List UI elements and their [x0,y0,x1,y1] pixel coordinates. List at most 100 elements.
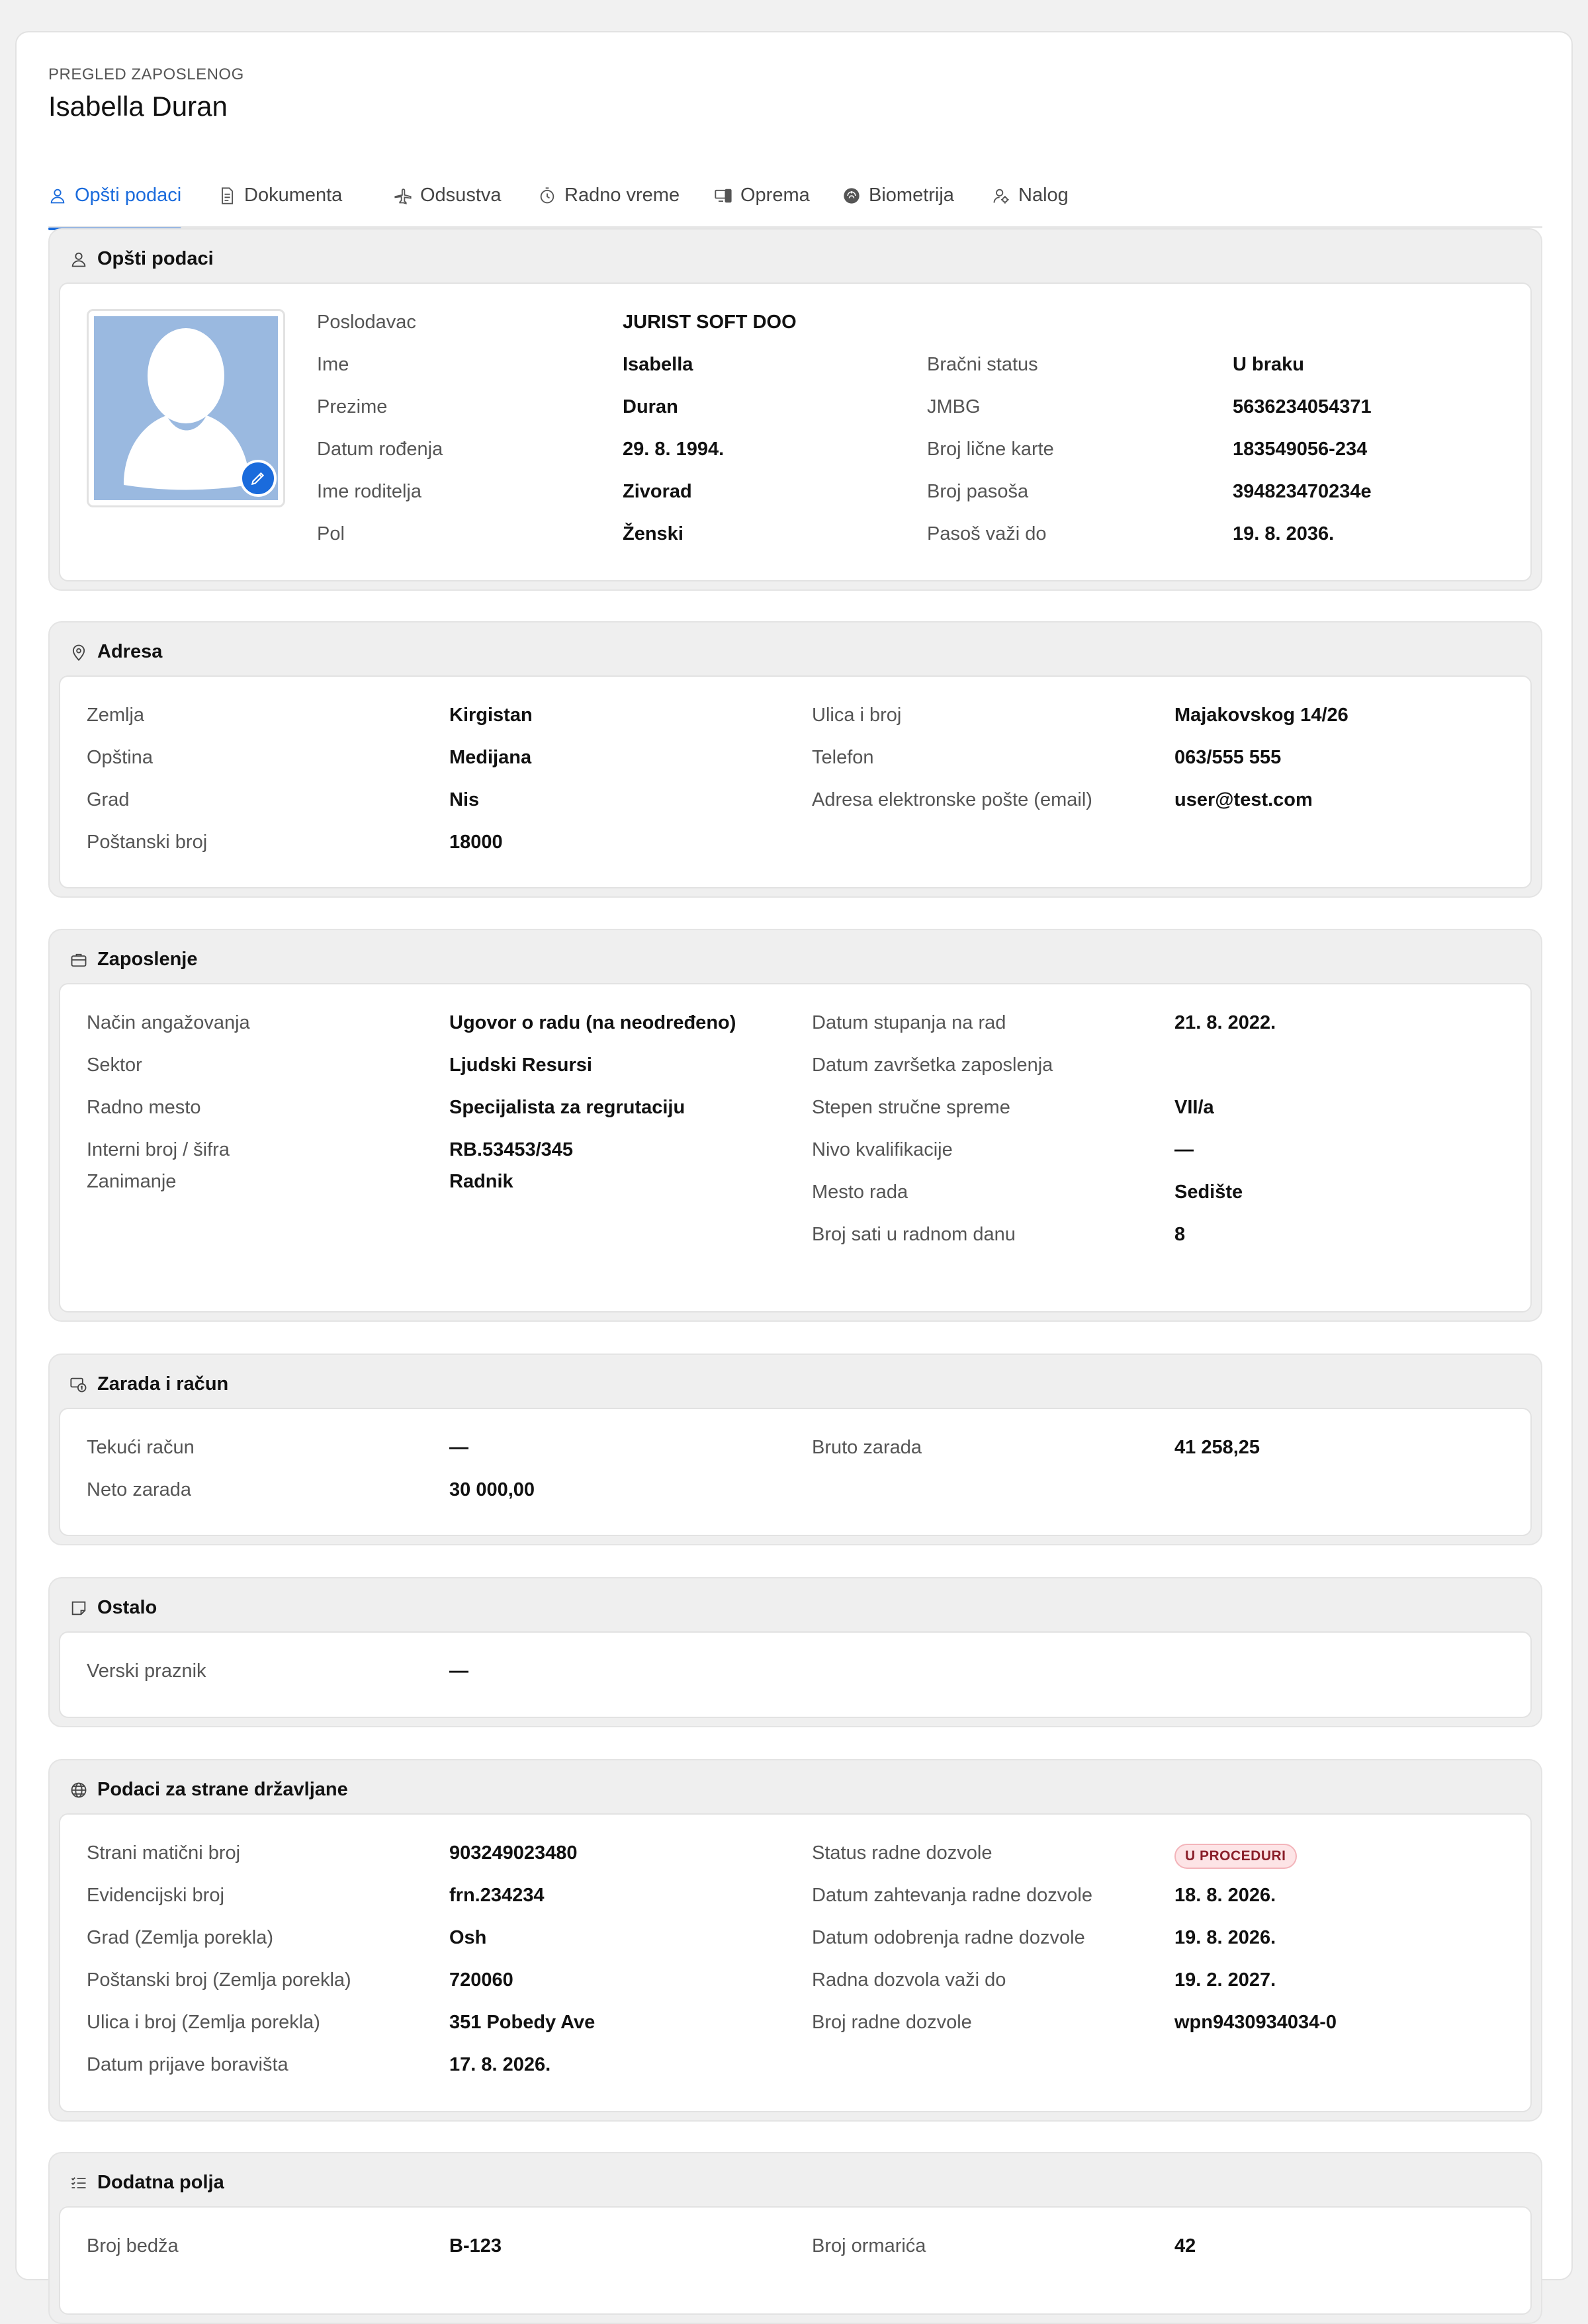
tab-documents[interactable]: Dokumenta [218,185,342,228]
field-value: Zivorad [623,481,692,502]
section-title: Adresa [97,641,163,662]
tab-biometrics[interactable]: Biometrija [842,185,954,228]
field-label: Datum prijave boravišta [87,2054,288,2075]
devices-icon [715,189,732,203]
field-label: Pasoš važi do [927,523,1047,544]
field-label: Način angažovanja [87,1012,250,1033]
field-label: Pol [317,523,345,544]
user-gear-icon [993,189,1009,204]
tab-working-hours[interactable]: Radno vreme [538,185,680,228]
tab-label: Nalog [1018,185,1069,206]
field-label: Broj lične karte [927,439,1054,460]
field-label: Grad (Zemlja porekla) [87,1927,274,1948]
field-value: Nis [449,789,480,810]
field-label: Opština [87,747,153,768]
field-label: Verski praznik [87,1660,206,1682]
field-label: Datum rođenja [317,439,443,460]
field-value: — [449,1437,468,1458]
field-label: Evidencijski broj [87,1885,224,1906]
tab-bar: Opšti podaci Dokumenta Odsustva Radno vr… [48,151,1542,230]
field-label: Prezime [317,396,388,417]
field-label: Ulica i broj [812,705,902,726]
field-label: Bračni status [927,354,1038,375]
section-title: Ostalo [97,1597,157,1618]
user-icon [71,252,86,267]
field-label: Stepen stručne spreme [812,1097,1010,1118]
field-value: Specijalista za regrutaciju [449,1097,685,1118]
field-label: Broj bedža [87,2235,179,2257]
tab-account[interactable]: Nalog [992,185,1069,228]
money-icon [70,1377,87,1392]
section-address: Adresa Zemlja Kirgistan Opština Medijana… [48,621,1542,898]
field-value: RB.53453/345 [449,1139,574,1160]
field-value: 394823470234e [1233,481,1372,502]
field-label: Ime [317,354,349,375]
section-header: Zarada i račun [69,1373,228,1395]
field-value: VII/a [1174,1097,1214,1118]
section-salary: Zarada i račun Tekući račun — Neto zarad… [48,1354,1542,1545]
field-label: Poštanski broj [87,832,208,853]
tab-absences[interactable]: Odsustva [394,185,502,228]
field-value: 5636234054371 [1233,396,1372,417]
field-label: Broj radne dozvole [812,2012,972,2033]
field-value: Radnik [449,1171,513,1192]
field-value: 41 258,25 [1174,1437,1260,1458]
section-body: Tekući račun — Neto zarada 30 000,00 Bru… [59,1408,1532,1536]
tab-label: Oprema [740,185,810,206]
section-body: Strani matični broj 903249023480 Evidenc… [59,1813,1532,2112]
field-value: 18. 8. 2026. [1174,1885,1276,1906]
section-body: Zemlja Kirgistan Opština Medijana Grad N… [59,675,1532,888]
field-label: Tekući račun [87,1437,195,1458]
section-employment: Zaposlenje Način angažovanja Ugovor o ra… [48,929,1542,1322]
field-label: Ime roditelja [317,481,421,502]
field-label: Poslodavac [317,312,416,333]
section-header: Podaci za strane državljane [69,1779,348,1801]
stopwatch-icon [540,187,554,204]
field-value: Medijana [449,747,532,768]
section-body: Verski praznik — [59,1631,1532,1718]
field-label: Bruto zarada [812,1437,922,1458]
section-body: Poslodavac JURIST SOFT DOO Ime Isabella … [59,282,1532,581]
section-title: Zarada i račun [97,1373,229,1395]
field-label: Broj ormarića [812,2235,926,2257]
globe-icon [71,1782,87,1797]
field-label: Radna dozvola važi do [812,1969,1006,1991]
employee-overview-card: PREGLED ZAPOSLENOG Isabella Duran Opšti … [15,31,1573,2324]
field-label: Broj pasoša [927,481,1029,502]
checklist-icon [71,2176,86,2188]
field-value: Duran [623,396,678,417]
field-label: Neto zarada [87,1479,191,1500]
field-value: Majakovskog 14/26 [1174,705,1348,726]
tab-label: Biometrija [869,185,954,206]
field-label: Strani matični broj [87,1842,241,1864]
tab-equipment[interactable]: Oprema [714,185,810,228]
field-label: Ulica i broj (Zemlja porekla) [87,2012,320,2033]
field-value: Isabella [623,354,693,375]
section-title: Zaposlenje [97,949,198,970]
pencil-icon [251,472,265,486]
field-label: Radno mesto [87,1097,201,1118]
field-label: Telefon [812,747,874,768]
section-body: Broj bedža B-123 Broj ormarića 42 [59,2206,1532,2315]
field-label: Zemlja [87,705,145,726]
field-label: Datum odobrenja radne dozvole [812,1927,1085,1948]
field-value: 17. 8. 2026. [449,2054,551,2075]
tab-label: Odsustva [420,185,502,206]
field-label: Adresa elektronske pošte (email) [812,789,1092,810]
tab-general[interactable]: Opšti podaci [48,185,182,230]
edit-photo-button[interactable] [240,460,277,497]
field-value[interactable]: user@test.com [1174,789,1313,811]
field-label: Datum završetka zaposlenja [812,1054,1053,1076]
tab-label: Radno vreme [564,185,680,206]
field-label: Zanimanje [87,1171,177,1192]
page-header: PREGLED ZAPOSLENOG Isabella Duran [48,65,244,122]
field-value: Sedište [1174,1182,1243,1203]
field-value: wpn9430934034-0 [1174,2012,1337,2033]
airplane-icon [394,189,412,204]
field-value: U braku [1233,354,1304,375]
field-value: B-123 [449,2235,502,2257]
section-foreign-citizens: Podaci za strane državljane Strani matič… [48,1759,1542,2122]
fingerprint-icon [844,188,860,204]
map-pin-icon [72,644,85,661]
sticky-note-icon [71,1601,86,1615]
